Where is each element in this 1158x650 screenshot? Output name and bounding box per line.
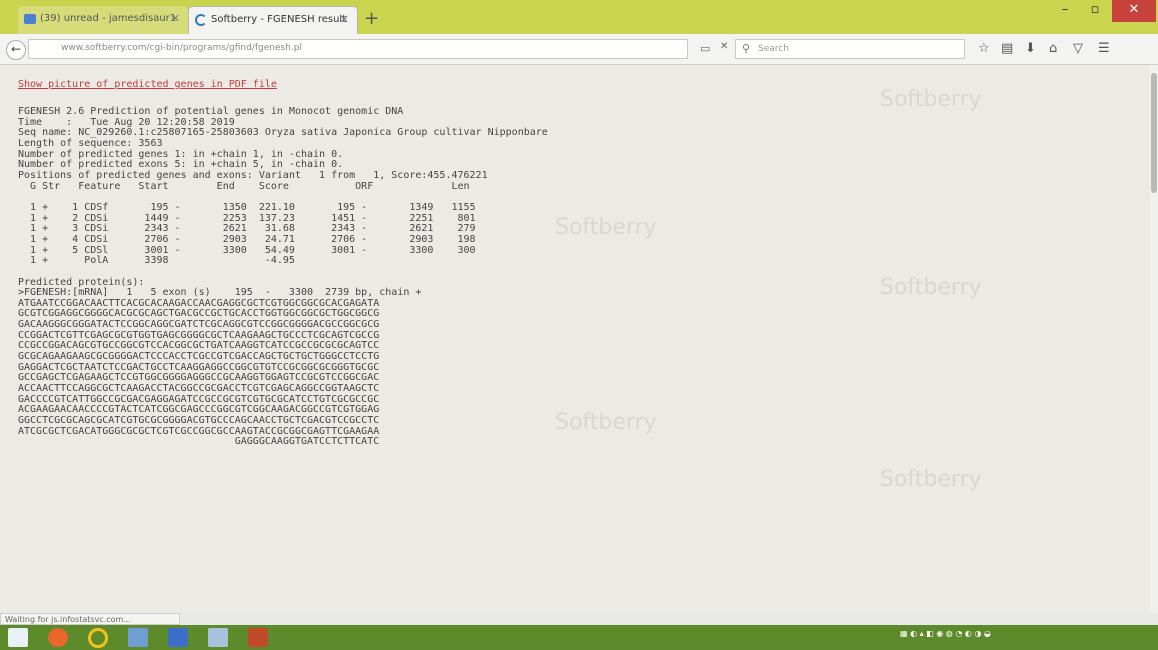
result-line: CCGCCGGACAGCGTGCCGGCGTCCACGGCGCTGATCAAGG… xyxy=(18,340,380,352)
tab-label: (39) unread - jamesdisaur1 xyxy=(40,13,177,24)
result-line: 1 + 5 CDSl 3001 - 3300 54.49 3001 - 3300… xyxy=(18,244,476,256)
app-icon[interactable] xyxy=(248,628,268,647)
tab-fgenesh-result[interactable]: Softberry - FGENESH result ✕ xyxy=(188,6,358,34)
app-icon[interactable] xyxy=(208,628,228,647)
reload-icon[interactable]: ✕ xyxy=(720,41,728,52)
back-button[interactable]: ← xyxy=(6,40,26,60)
home-icon[interactable]: ⌂ xyxy=(1049,42,1057,56)
result-line: ACCAACTTCCAGGCGCTCAAGACCTACGGCCGCGACCTCG… xyxy=(18,383,380,395)
result-line: Positions of predicted genes and exons: … xyxy=(18,169,488,181)
result-line: GACCCCGTCATTGGCCGCGACGAGGAGATCCGCCGCGTCG… xyxy=(18,393,380,405)
result-line: Number of predicted genes 1: in +chain 1… xyxy=(18,148,344,160)
scrollbar-thumb[interactable] xyxy=(1151,73,1157,193)
browser-titlebar: (39) unread - jamesdisaur1 ✕ Softberry -… xyxy=(0,0,1158,34)
firefox-icon[interactable] xyxy=(48,628,68,647)
url-text: www.softberry.com/cgi-bin/programs/gfind… xyxy=(61,43,302,53)
maximize-button[interactable]: ▫ xyxy=(1080,0,1110,22)
close-icon[interactable]: ✕ xyxy=(171,6,180,32)
clipboard-icon[interactable]: ▤ xyxy=(1001,42,1013,56)
result-line: CCGGACTCGTTCGAGCGCGTGGTGAGCGGGGCGCTCAAGA… xyxy=(18,329,380,341)
download-icon[interactable]: ⬇ xyxy=(1025,42,1036,56)
status-bar: Waiting for js.infostatsvc.com... xyxy=(0,613,180,625)
result-line: 1 + 2 CDSi 1449 - 2253 137.23 1451 - 225… xyxy=(18,212,476,224)
watermark: Softberry xyxy=(555,215,657,240)
search-input[interactable]: ⚲ Search xyxy=(735,39,965,59)
result-line: >FGENESH:[mRNA] 1 5 exon (s) 195 - 3300 … xyxy=(18,287,422,299)
loading-icon xyxy=(195,14,207,26)
result-line: 1 + 1 CDSf 195 - 1350 221.10 195 - 1349 … xyxy=(18,201,476,213)
menu-icon[interactable]: ☰ xyxy=(1098,42,1110,56)
result-line: GACAAGGGCGGGATACTCCGGCAGGCGATCTCGCAGGCGT… xyxy=(18,319,380,331)
minimize-button[interactable]: – xyxy=(1050,0,1080,22)
result-line: Length of sequence: 3563 xyxy=(18,137,163,149)
pocket-icon[interactable]: ▽ xyxy=(1073,42,1083,56)
new-tab-button[interactable]: + xyxy=(364,8,379,29)
result-line: GCCGAGCTCGAGAAGCTCCGTGGCGGGGAGGGCCGCAAGG… xyxy=(18,372,380,384)
result-line: Time : Tue Aug 20 12:20:58 2019 xyxy=(18,116,235,128)
result-line: GAGGACTCGCTAATCTCCGACTGCCTCAAGGAGGCCGGCG… xyxy=(18,361,380,373)
search-placeholder: Search xyxy=(758,44,789,54)
result-line: G Str Feature Start End Score ORF Len xyxy=(18,180,470,192)
result-line: Number of predicted exons 5: in +chain 5… xyxy=(18,159,344,171)
watermark: Softberry xyxy=(880,467,982,492)
result-line: GCGCAGAAGAAGCGCGGGGACTCCCACCTCGCCGTCGACC… xyxy=(18,351,380,363)
result-line: ACGAAGAACAACCCCGTACTCATCGGCGAGCCCGGCGTCG… xyxy=(18,404,380,416)
tab-inbox[interactable]: (39) unread - jamesdisaur1 ✕ xyxy=(18,6,188,34)
result-line: 1 + PolA 3398 -4.95 xyxy=(18,255,295,267)
result-line: ATCGCGCTCGACATGGGCGCGCTCGTCGCCGGCGCCAAGT… xyxy=(18,425,380,437)
result-line: GGCCTCGCGCAGCGCATCGTGCGCGGGGACGTGCCCAGCA… xyxy=(18,415,380,427)
result-line: ATGAATCCGGACAACTTCACGCACAAGACCAACGAGGCGC… xyxy=(18,297,380,309)
navigation-bar: www.softberry.com/cgi-bin/programs/gfind… xyxy=(0,34,1158,65)
search-icon: ⚲ xyxy=(742,42,751,55)
start-button[interactable] xyxy=(8,628,28,647)
close-icon[interactable]: ✕ xyxy=(340,7,349,33)
result-line: GAGGGCAAGGTGATCCTCTTCATC xyxy=(18,436,380,448)
watermark: Softberry xyxy=(555,410,657,435)
fgenesh-result-text: FGENESH 2.6 Prediction of potential gene… xyxy=(18,106,548,448)
watermark: Softberry xyxy=(880,275,982,300)
tab-label: Softberry - FGENESH result xyxy=(211,14,347,25)
pdf-link[interactable]: Show picture of predicted genes in PDF f… xyxy=(18,79,277,90)
reader-view-icon[interactable]: ▭ xyxy=(700,42,710,55)
result-line: Seq name: NC_029260.1:c25807165-25803603… xyxy=(18,127,548,139)
mail-icon xyxy=(24,14,36,24)
result-line: 1 + 3 CDSi 2343 - 2621 31.68 2343 - 2621… xyxy=(18,223,476,235)
result-line: FGENESH 2.6 Prediction of potential gene… xyxy=(18,106,404,117)
taskbar: ▦ ◐ ▴ ◧ ◉ ◍ ◔ ◐ ◑ ◒ xyxy=(0,625,1158,650)
scrollbar[interactable] xyxy=(1150,65,1158,613)
url-bar[interactable]: www.softberry.com/cgi-bin/programs/gfind… xyxy=(28,39,688,59)
file-explorer-icon[interactable] xyxy=(128,628,148,647)
app-icon[interactable] xyxy=(88,628,108,648)
word-icon[interactable] xyxy=(168,628,188,647)
result-line: Predicted protein(s): xyxy=(18,276,145,288)
result-line: 1 + 4 CDSi 2706 - 2903 24.71 2706 - 2903… xyxy=(18,233,476,245)
page-content: Softberry Softberry Softberry Softberry … xyxy=(0,65,1150,613)
result-line: GCGTCGGAGGCGGGGCACGCGCAGCTGACGCCGCTGCACC… xyxy=(18,308,380,320)
bookmark-star-icon[interactable]: ☆ xyxy=(978,42,990,56)
window-close-button[interactable]: ✕ xyxy=(1112,0,1156,22)
system-tray[interactable]: ▦ ◐ ▴ ◧ ◉ ◍ ◔ ◐ ◑ ◒ xyxy=(900,629,991,638)
watermark: Softberry xyxy=(880,87,982,112)
